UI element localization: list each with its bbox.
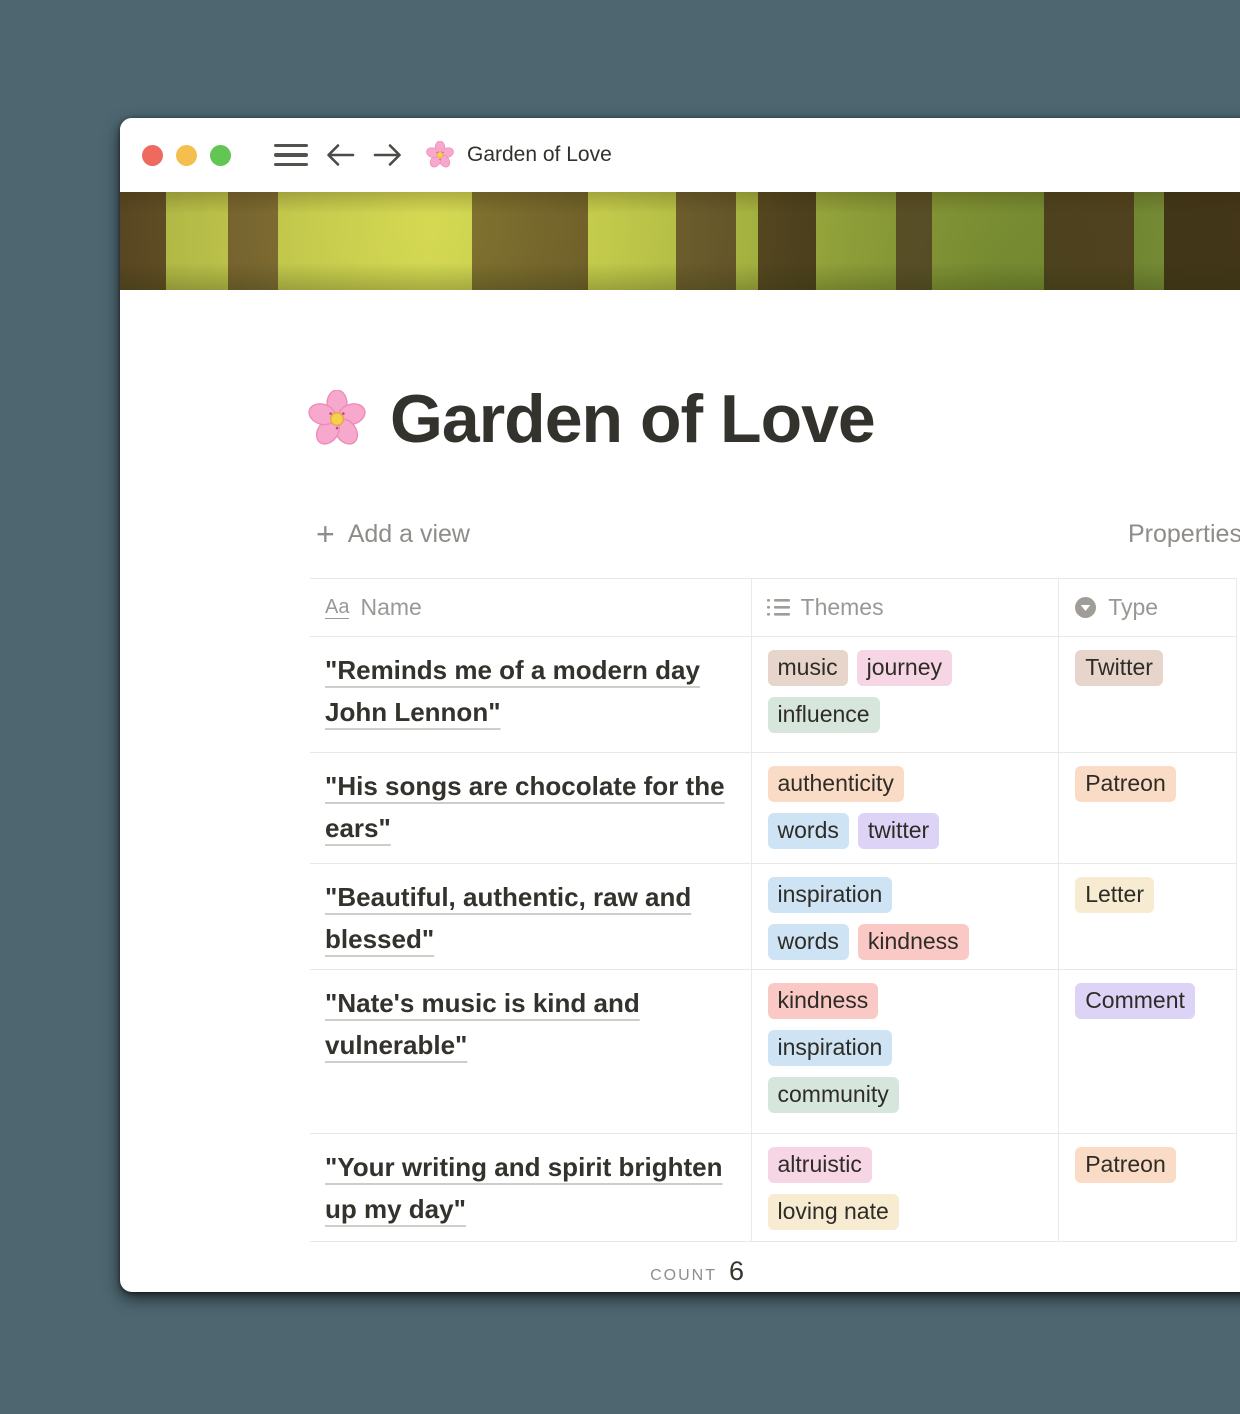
database-table: Aa Name Themes Type "Reminds me of a modern… — [310, 578, 1237, 1292]
tag-Letter: Letter — [1075, 877, 1154, 913]
tag-loving-nate: loving nate — [768, 1194, 899, 1230]
count-value: 6 — [729, 1256, 744, 1287]
themes-cell[interactable]: kindness inspiration community — [752, 970, 1060, 1133]
column-header-themes[interactable]: Themes — [752, 579, 1060, 636]
traffic-light-zoom-button[interactable] — [210, 145, 231, 166]
forward-arrow-icon — [372, 141, 404, 169]
themes-cell[interactable]: altruistic loving nate — [752, 1134, 1060, 1241]
table-header-row: Aa Name Themes Type — [310, 578, 1236, 637]
tag-authenticity: authenticity — [768, 766, 904, 802]
name-text: "His songs are chocolate for the ears" — [325, 771, 725, 843]
name-cell[interactable]: "Beautiful, authentic, raw and blessed" — [310, 864, 752, 969]
tag-inspiration: inspiration — [768, 877, 893, 913]
page-title[interactable]: Garden of Love — [308, 380, 875, 458]
tag-Twitter: Twitter — [1075, 650, 1163, 686]
properties-button[interactable]: Properties — [1128, 514, 1240, 554]
name-cell[interactable]: "Nate's music is kind and vulnerable" — [310, 970, 752, 1133]
themes-cell[interactable]: inspiration wordskindness — [752, 864, 1060, 969]
page-emoji-cherry-blossom-icon — [308, 390, 366, 448]
back-button[interactable] — [324, 141, 356, 169]
type-cell[interactable]: Patreon — [1059, 1134, 1236, 1241]
type-cell[interactable]: Twitter — [1059, 637, 1236, 752]
themes-cell[interactable]: musicjourney influence — [752, 637, 1060, 752]
name-text: "Reminds me of a modern day John Lennon" — [325, 655, 700, 727]
properties-label: Properties — [1128, 520, 1240, 549]
type-cell[interactable]: Letter — [1059, 864, 1236, 969]
type-cell[interactable]: Patreon — [1059, 753, 1236, 863]
themes-cell[interactable]: authenticity wordstwitter — [752, 753, 1060, 863]
page-cover-image — [120, 192, 1240, 290]
column-header-type[interactable]: Type — [1059, 579, 1236, 636]
title-property-icon: Aa — [325, 596, 349, 619]
tag-inspiration: inspiration — [768, 1030, 893, 1066]
type-cell[interactable]: Comment — [1059, 970, 1236, 1133]
tag-altruistic: altruistic — [768, 1147, 872, 1183]
tag-words: words — [768, 813, 849, 849]
tag-Comment: Comment — [1075, 983, 1195, 1019]
name-text: "Nate's music is kind and vulnerable" — [325, 988, 640, 1060]
select-property-icon — [1074, 596, 1097, 619]
notion-window: Garden of Love Garden of Love + Add a vi… — [120, 118, 1240, 1292]
column-header-label: Themes — [801, 594, 884, 621]
add-a-view-label: Add a view — [348, 520, 470, 549]
back-arrow-icon — [324, 141, 356, 169]
tag-music: music — [768, 650, 848, 686]
add-a-view-button[interactable]: + Add a view — [316, 514, 470, 554]
forward-button[interactable] — [372, 141, 404, 169]
tag-twitter: twitter — [858, 813, 939, 849]
table-body: Aa Name Themes Type "Reminds me of a modern… — [310, 578, 1237, 1242]
plus-icon: + — [316, 518, 335, 550]
window-title: Garden of Love — [467, 143, 612, 167]
tag-journey: journey — [857, 650, 952, 686]
count-label: COUNT — [650, 1267, 717, 1285]
tag-kindness: kindness — [768, 983, 879, 1019]
name-text: "Beautiful, authentic, raw and blessed" — [325, 882, 691, 954]
table-row: "Your writing and spirit brighten up my … — [310, 1134, 1236, 1242]
tag-Patreon: Patreon — [1075, 1147, 1176, 1183]
column-header-label: Name — [360, 594, 421, 621]
table-row: "Nate's music is kind and vulnerable" kin… — [310, 970, 1236, 1134]
multiselect-property-icon — [767, 597, 790, 618]
name-cell[interactable]: "Your writing and spirit brighten up my … — [310, 1134, 752, 1241]
name-cell[interactable]: "Reminds me of a modern day John Lennon" — [310, 637, 752, 752]
sidebar-toggle-icon[interactable] — [274, 144, 308, 167]
name-cell[interactable]: "His songs are chocolate for the ears" — [310, 753, 752, 863]
traffic-light-close-button[interactable] — [142, 145, 163, 166]
window-titlebar: Garden of Love — [120, 118, 1240, 192]
column-header-name[interactable]: Aa Name — [310, 579, 752, 636]
tag-kindness: kindness — [858, 924, 969, 960]
table-count-footer[interactable]: COUNT 6 — [310, 1242, 752, 1292]
traffic-light-minimize-button[interactable] — [176, 145, 197, 166]
column-header-label: Type — [1108, 594, 1158, 621]
name-text: "Your writing and spirit brighten up my … — [325, 1152, 723, 1224]
tag-community: community — [768, 1077, 899, 1113]
tag-Patreon: Patreon — [1075, 766, 1176, 802]
table-row: "Beautiful, authentic, raw and blessed" i… — [310, 864, 1236, 970]
table-row: "His songs are chocolate for the ears" au… — [310, 753, 1236, 864]
cherry-blossom-icon — [426, 141, 454, 169]
tag-influence: influence — [768, 697, 880, 733]
tag-words: words — [768, 924, 849, 960]
table-row: "Reminds me of a modern day John Lennon"… — [310, 637, 1236, 753]
page-title-text: Garden of Love — [390, 380, 875, 458]
